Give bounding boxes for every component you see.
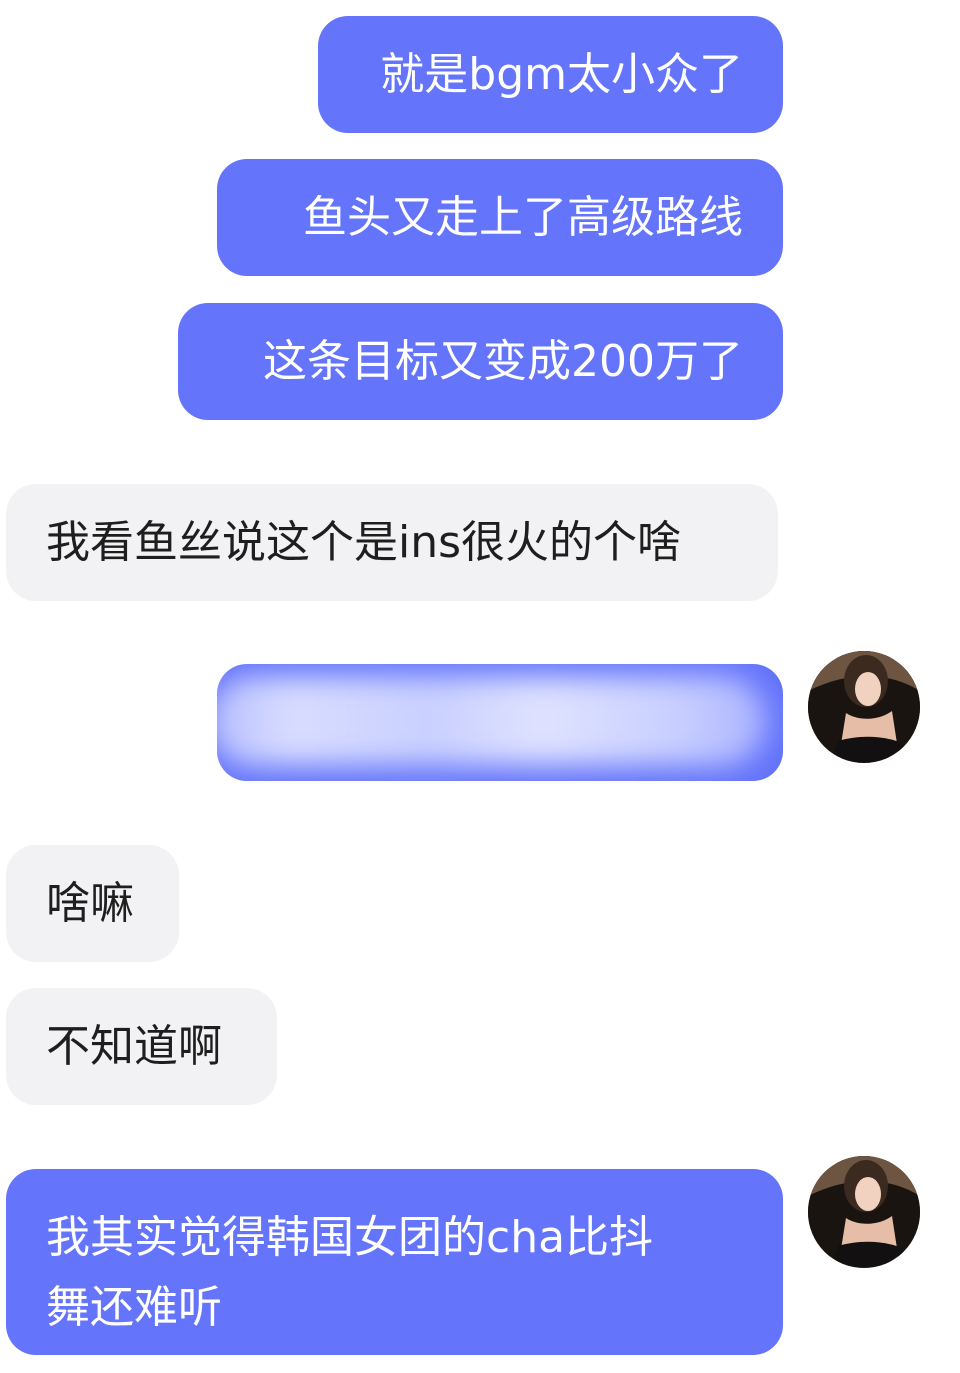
message-text: 就是bgm太小众了 [380, 48, 743, 100]
sent-message-bubble[interactable]: 鱼头又走上了高级路线 [217, 159, 783, 276]
message-text: 鱼头又走上了高级路线 [303, 191, 743, 243]
message-text: 啥嘛 [46, 877, 134, 929]
avatar[interactable] [808, 651, 920, 763]
sent-message-bubble[interactable]: 这条目标又变成200万了 [178, 303, 783, 420]
message-text: 我看鱼丝说这个是ins很火的个啥 [46, 516, 682, 568]
message-text-line-2: 舞还难听 [46, 1282, 222, 1333]
message-text: 不知道啊 [46, 1020, 222, 1072]
received-message-bubble[interactable]: 啥嘛 [6, 845, 179, 962]
sent-message-bubble[interactable]: 我其实觉得韩国女团的cha比抖 舞还难听 [6, 1169, 783, 1355]
received-message-bubble[interactable]: 不知道啊 [6, 988, 277, 1105]
profile-photo-icon [808, 1156, 920, 1268]
redacted-text-blur [217, 676, 767, 766]
profile-photo-icon [808, 651, 920, 763]
avatar[interactable] [808, 1156, 920, 1268]
received-message-bubble[interactable]: 我看鱼丝说这个是ins很火的个啥 [6, 484, 778, 601]
sent-message-bubble-blurred[interactable] [217, 664, 783, 781]
message-text: 这条目标又变成200万了 [263, 335, 743, 387]
sent-message-bubble[interactable]: 就是bgm太小众了 [318, 16, 783, 133]
message-text-line-1: 我其实觉得韩国女团的cha比抖 [46, 1212, 654, 1263]
